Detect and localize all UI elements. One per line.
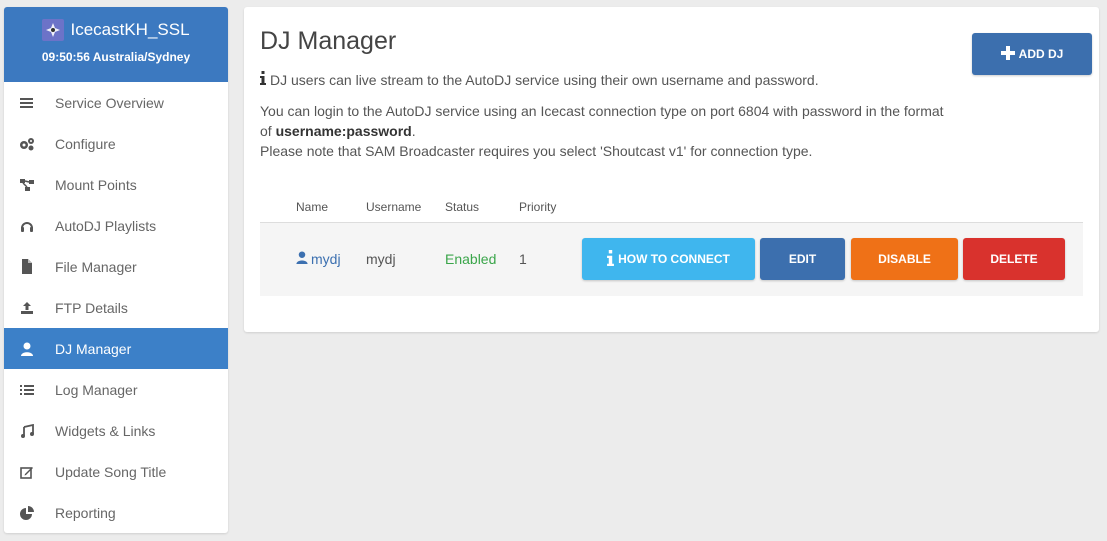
info-message: DJ users can live stream to the AutoDJ s… [270,71,819,88]
instructions-period: . [411,123,416,139]
instructions-line-2: of username:password. [260,121,960,141]
sidebar: IcecastKH_SSL 09:50:56 Australia/Sydney … [4,7,228,533]
connection-instructions: You can login to the AutoDJ service usin… [260,101,960,161]
instructions-line-3: Please note that SAM Broadcaster require… [260,143,813,159]
how-to-connect-label: HOW TO CONNECT [618,252,730,266]
info-icon [260,71,266,88]
instructions-line-1: You can login to the AutoDJ service usin… [260,103,944,119]
dj-name-link[interactable]: mydj [296,251,341,267]
edit-button[interactable]: EDIT [760,238,845,280]
page-title: DJ Manager [260,27,397,55]
server-time: 09:50:56 Australia/Sydney [41,50,191,64]
column-header-status: Status [445,200,480,214]
sidebar-item-label: Update Song Title [55,463,167,480]
instructions-of: of [260,123,276,139]
dj-username: mydj [366,251,396,267]
sidebar-item-configure[interactable]: Configure [4,123,228,164]
credential-format: username:password [275,123,412,139]
sitemap-icon [19,177,35,193]
sidebar-item-label: FTP Details [55,299,128,316]
disable-button[interactable]: DISABLE [851,238,958,280]
sidebar-header: IcecastKH_SSL 09:50:56 Australia/Sydney [4,7,228,82]
server-logo-icon [42,19,65,41]
sidebar-item-label: Configure [55,135,116,152]
user-icon [19,341,35,357]
column-header-priority: Priority [519,200,557,214]
status-badge: Enabled [445,251,497,267]
sidebar-nav: Service Overview Configure Mount Points … [4,82,228,533]
sidebar-item-autodj-playlists[interactable]: AutoDJ Playlists [4,205,228,246]
list-icon [19,95,35,111]
delete-button[interactable]: DELETE [963,238,1065,280]
list-ul-icon [19,382,35,398]
sidebar-item-label: Widgets & Links [55,422,156,439]
upload-icon [19,300,35,316]
sidebar-item-label: DJ Manager [55,340,132,357]
sidebar-item-mount-points[interactable]: Mount Points [4,164,228,205]
table-row: mydj mydj Enabled 1 HOW TO CONNECT EDIT … [260,223,1083,296]
dj-name: mydj [311,251,341,267]
table-header: Name Username Status Priority [260,197,1083,223]
sidebar-item-log-manager[interactable]: Log Manager [4,369,228,410]
sidebar-item-label: Log Manager [55,381,138,398]
sidebar-item-label: Reporting [55,504,116,521]
sidebar-item-reporting[interactable]: Reporting [4,492,228,533]
add-dj-button[interactable]: ADD DJ [972,33,1092,75]
sidebar-item-label: Service Overview [55,94,164,111]
file-icon [19,259,35,275]
sidebar-item-service-overview[interactable]: Service Overview [4,82,228,123]
sidebar-item-ftp-details[interactable]: FTP Details [4,287,228,328]
column-header-name: Name [296,200,329,214]
edit-icon [19,464,35,480]
user-icon [296,251,308,267]
sidebar-item-update-song-title[interactable]: Update Song Title [4,451,228,492]
server-name: IcecastKH_SSL [70,20,190,39]
how-to-connect-button[interactable]: HOW TO CONNECT [582,238,755,280]
gears-icon [19,136,35,152]
dj-priority: 1 [519,251,527,267]
music-icon [19,423,35,439]
headphones-icon [19,218,35,234]
sidebar-item-file-manager[interactable]: File Manager [4,246,228,287]
sidebar-item-label: Mount Points [55,176,137,193]
plus-icon [1000,45,1015,63]
info-text: DJ users can live stream to the AutoDJ s… [260,71,819,88]
dj-manager-panel: DJ Manager ADD DJ DJ users can live stre… [244,7,1099,332]
sidebar-item-dj-manager[interactable]: DJ Manager [4,328,228,369]
add-dj-label: ADD DJ [1018,47,1064,61]
pie-chart-icon [19,505,35,521]
column-header-username: Username [366,200,422,214]
sidebar-item-label: File Manager [55,258,137,275]
info-icon [607,249,615,269]
sidebar-item-label: AutoDJ Playlists [55,217,157,234]
sidebar-item-widgets-links[interactable]: Widgets & Links [4,410,228,451]
